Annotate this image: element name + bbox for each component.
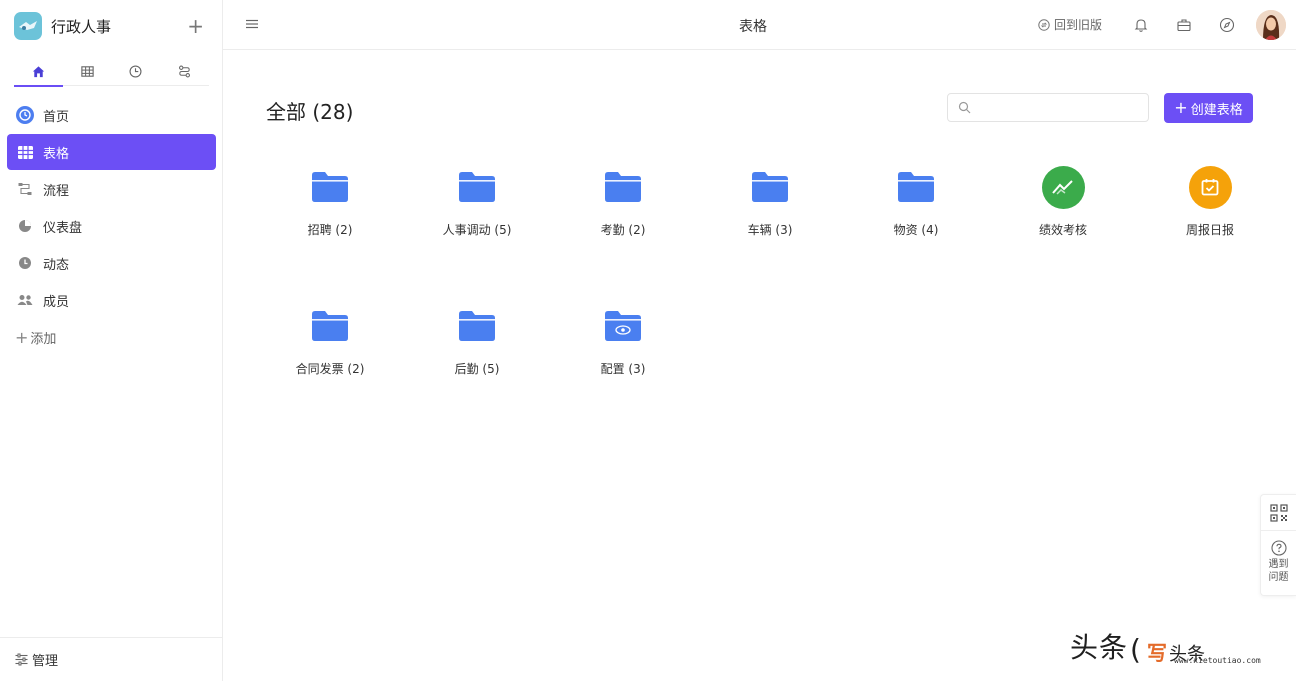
sidebar-item-table[interactable]: 表格	[7, 134, 216, 170]
tile-label: 物资 (4)	[893, 223, 939, 237]
search-icon	[958, 101, 971, 114]
sidebar-item-label: 表格	[43, 146, 70, 162]
tile-label: 配置 (3)	[600, 362, 646, 376]
tile-label: 周报日报	[1185, 223, 1234, 237]
qr-code-icon	[1269, 503, 1288, 522]
tile-icon-wrap	[1188, 162, 1232, 212]
help-button[interactable]: 遇到问题	[1261, 531, 1296, 584]
help-label: 遇到问题	[1268, 559, 1289, 583]
create-table-label: 创建表格	[1190, 102, 1243, 118]
manage-button[interactable]: 管理	[0, 637, 222, 681]
watermark-bracket: (	[1130, 633, 1141, 666]
table-icon	[15, 142, 35, 162]
floating-help-panel: 遇到问题	[1260, 494, 1296, 596]
folder-icon	[459, 162, 495, 212]
watermark: 头条 ( 写头条 www.xietoutiao.com	[1070, 626, 1261, 666]
folder-eye-icon	[605, 301, 641, 351]
tile-label: 考勤 (2)	[600, 223, 646, 237]
sidebar-item-activity[interactable]: 动态	[7, 245, 216, 281]
tab-home[interactable]	[14, 56, 63, 87]
sidebar-item-flow[interactable]: 流程	[7, 171, 216, 207]
table-tile[interactable]: 绩效考核	[1003, 162, 1123, 252]
flow-icon	[179, 65, 191, 77]
sidebar-item-label: 流程	[43, 183, 70, 199]
sidebar-item-label: 成员	[43, 294, 70, 310]
tile-label: 招聘 (2)	[307, 223, 353, 237]
dashboard-icon	[15, 216, 35, 236]
watermark-text: 头条	[1070, 631, 1129, 664]
sidebar-add-button[interactable]: + 添加	[7, 319, 216, 355]
search-input[interactable]	[977, 100, 1147, 115]
tile-label: 人事调动 (5)	[442, 223, 512, 237]
home-icon	[32, 65, 44, 77]
folder-tile[interactable]: 人事调动 (5)	[417, 162, 537, 252]
settings-sliders-icon	[15, 653, 28, 666]
app-header: 行政人事 +	[14, 11, 210, 41]
table-tile[interactable]: 周报日报	[1150, 162, 1270, 252]
folder-icon	[459, 301, 495, 351]
home-circle-icon	[15, 105, 35, 125]
watermark-url: www.xietoutiao.com	[1174, 656, 1261, 665]
tab-flow[interactable]	[160, 56, 209, 86]
grid-icon	[80, 65, 94, 77]
briefcase-icon[interactable]	[1176, 17, 1192, 33]
folder-icon	[605, 162, 641, 212]
tile-label: 合同发票 (2)	[295, 362, 365, 376]
sidebar-nav: 首页 表格 流程 仪表盘 动态 成员 + 添加	[7, 97, 216, 356]
members-icon	[15, 290, 35, 310]
sidebar-item-members[interactable]: 成员	[7, 282, 216, 318]
page-title: 表格	[739, 19, 767, 35]
folder-icon	[752, 162, 788, 212]
app-logo	[14, 12, 42, 40]
compass-icon[interactable]	[1219, 17, 1235, 33]
folder-tile[interactable]: 考勤 (2)	[563, 162, 683, 252]
folder-tile[interactable]: 车辆 (3)	[710, 162, 830, 252]
clock-pie-icon	[129, 64, 142, 78]
sidebar-item-label: 首页	[43, 109, 70, 125]
add-app-icon[interactable]: +	[187, 16, 204, 36]
manage-label: 管理	[32, 654, 59, 669]
calendar-check-icon	[1188, 165, 1232, 209]
flow-icon	[15, 179, 35, 199]
sidebar-add-label: 添加	[30, 331, 57, 347]
create-table-button[interactable]: + 创建表格	[1164, 93, 1253, 123]
app-name: 行政人事	[51, 17, 112, 36]
avatar[interactable]	[1256, 10, 1286, 40]
bell-icon[interactable]	[1133, 17, 1149, 33]
sidebar-item-label: 仪表盘	[43, 220, 83, 236]
folder-tile[interactable]: 合同发票 (2)	[270, 301, 390, 391]
sidebar-item-home[interactable]: 首页	[7, 97, 216, 133]
watermark-logo: 写	[1146, 641, 1167, 665]
search-box[interactable]	[947, 93, 1149, 122]
clock-icon	[15, 253, 35, 273]
tab-table[interactable]	[63, 56, 112, 86]
app-window: 行政人事 + 首页 表格 流程 仪表盘 动态 成员 + 添加 管理 表格 回到旧…	[0, 0, 1296, 681]
old-version-label: 回到旧版	[1054, 18, 1103, 32]
top-bar: 表格 回到旧版	[223, 0, 1296, 50]
page-heading-count: 全部 (28)	[266, 100, 354, 124]
folder-tile[interactable]: 配置 (3)	[563, 301, 683, 391]
sidebar-item-dashboard[interactable]: 仪表盘	[7, 208, 216, 244]
tile-label: 绩效考核	[1038, 223, 1087, 237]
qr-code-button[interactable]	[1261, 495, 1296, 531]
folder-tile[interactable]: 招聘 (2)	[270, 162, 390, 252]
trend-icon	[1041, 165, 1085, 209]
tile-label: 车辆 (3)	[747, 223, 793, 237]
folder-icon	[898, 162, 934, 212]
sidebar: 行政人事 + 首页 表格 流程 仪表盘 动态 成员 + 添加 管理	[0, 0, 223, 681]
sidebar-item-label: 动态	[43, 257, 70, 273]
old-version-link[interactable]: 回到旧版	[1038, 16, 1102, 33]
folder-icon	[312, 162, 348, 212]
folder-tile[interactable]: 后勤 (5)	[417, 301, 537, 391]
tile-label: 后勤 (5)	[454, 362, 500, 376]
tile-icon-wrap	[1041, 162, 1085, 212]
folder-tile[interactable]: 物资 (4)	[856, 162, 976, 252]
folder-icon	[312, 301, 348, 351]
sidebar-icon-tabs	[14, 56, 209, 87]
question-icon	[1270, 540, 1287, 556]
plus-icon: +	[15, 327, 29, 347]
switch-icon	[1038, 18, 1050, 31]
plus-icon: +	[1174, 98, 1188, 117]
tab-dashboard[interactable]	[112, 56, 161, 86]
